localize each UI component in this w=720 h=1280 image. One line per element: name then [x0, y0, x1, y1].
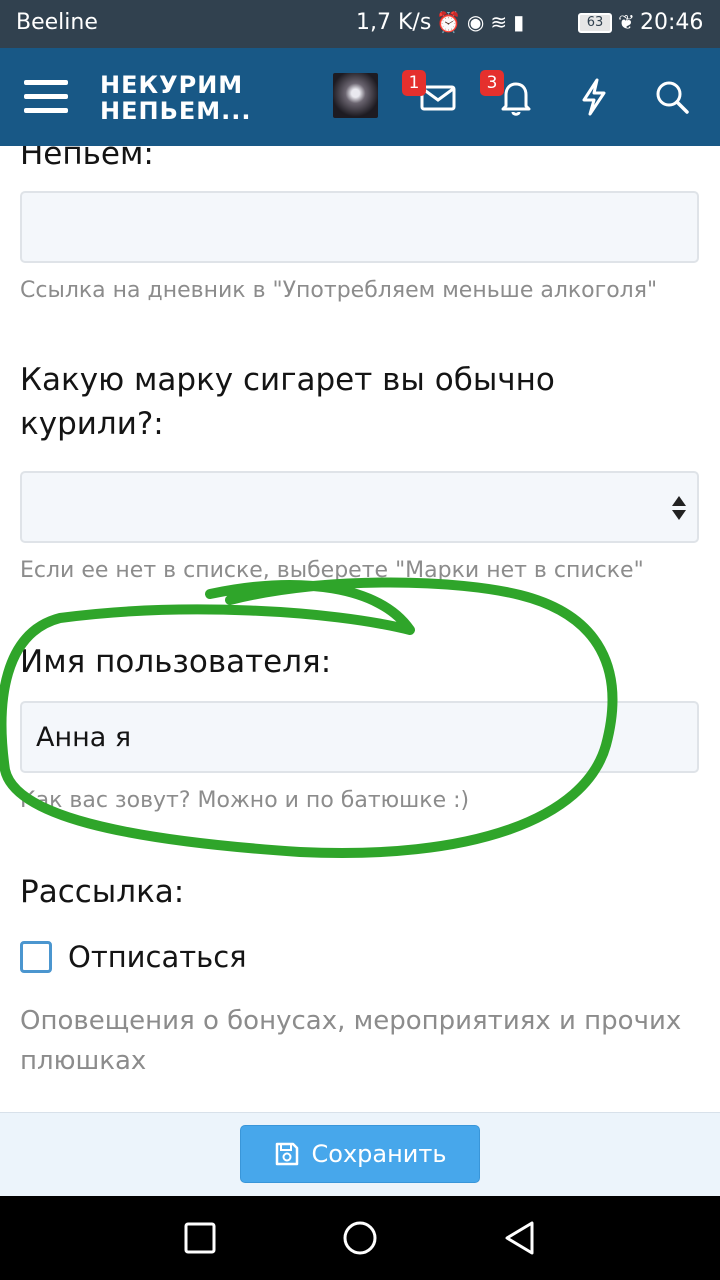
unsubscribe-label[interactable]: Отписаться [68, 939, 247, 975]
username-input[interactable] [22, 703, 697, 771]
home-icon[interactable] [338, 1216, 382, 1260]
mailing-hint-line-2: плюшках [20, 1046, 147, 1076]
messages-button[interactable]: 1 [402, 70, 462, 120]
cigarette-brand-label-line-2: курили?: [20, 406, 164, 442]
site-logo[interactable]: НЕКУРИМ НЕПЬЕМ... [100, 72, 252, 124]
messages-badge: 1 [402, 70, 426, 96]
cigarette-brand-label: Какую марку сигарет вы обычно курили?: [20, 358, 555, 446]
leaf-icon: ❦ [618, 10, 635, 34]
logo-line-1: НЕКУРИМ [100, 71, 244, 99]
status-bar: Beeline 1,7 K/s ⏰◉≋▮ 63 ❦ 20:46 [0, 0, 720, 48]
signal-icon: ▮ [513, 10, 531, 34]
alerts-badge: 3 [480, 70, 504, 96]
clock: 20:46 [640, 10, 704, 35]
unsubscribe-checkbox[interactable] [20, 941, 52, 973]
recent-apps-icon[interactable] [178, 1216, 222, 1260]
cigarette-brand-hint: Если ее нет в списке, выберете "Марки не… [20, 558, 644, 583]
back-icon[interactable] [498, 1216, 542, 1260]
diary-link-input[interactable] [22, 193, 697, 261]
logo-line-2: НЕПЬЕМ... [100, 97, 252, 125]
eye-icon: ◉ [466, 10, 491, 34]
battery-icon: 63 [578, 13, 612, 33]
avatar[interactable] [333, 73, 378, 118]
field-label-nepyem: Непьем: [20, 146, 154, 172]
search-button[interactable] [650, 74, 696, 120]
mailing-label: Рассылка: [20, 874, 185, 910]
username-label: Имя пользователя: [20, 644, 332, 680]
diary-link-field[interactable] [20, 191, 699, 263]
mailing-hint: Оповещения о бонусах, мероприятиях и про… [20, 1001, 681, 1081]
wifi-icon: ≋ [490, 10, 514, 34]
save-bar: Сохранить [0, 1112, 720, 1197]
app-header: НЕКУРИМ НЕПЬЕМ... 1 3 [0, 48, 720, 146]
whats-new-button[interactable] [572, 74, 618, 120]
diary-link-hint: Ссылка на дневник в "Употребляем меньше … [20, 278, 658, 303]
username-hint: Как вас зовут? Можно и по батюшке :) [20, 788, 470, 813]
alerts-button[interactable]: 3 [480, 70, 540, 120]
select-arrows-icon [672, 496, 686, 520]
profile-form: Непьем: Ссылка на дневник в "Употребляем… [0, 146, 720, 1112]
lightning-icon [582, 78, 606, 116]
save-icon [275, 1142, 298, 1166]
save-button[interactable]: Сохранить [240, 1125, 480, 1183]
carrier-name: Beeline [16, 10, 98, 35]
save-button-label: Сохранить [311, 1140, 447, 1168]
menu-icon[interactable] [24, 80, 68, 114]
alarm-icon: ⏰ [436, 10, 467, 34]
search-icon [656, 81, 689, 114]
status-icons: ⏰◉≋▮ [436, 10, 530, 34]
cigarette-brand-label-line-1: Какую марку сигарет вы обычно [20, 362, 555, 398]
system-navigation-bar [0, 1196, 720, 1280]
cigarette-brand-select[interactable] [20, 471, 699, 543]
username-field[interactable] [20, 701, 699, 773]
mailing-hint-line-1: Оповещения о бонусах, мероприятиях и про… [20, 1006, 682, 1036]
network-speed: 1,7 K/s [356, 10, 432, 35]
